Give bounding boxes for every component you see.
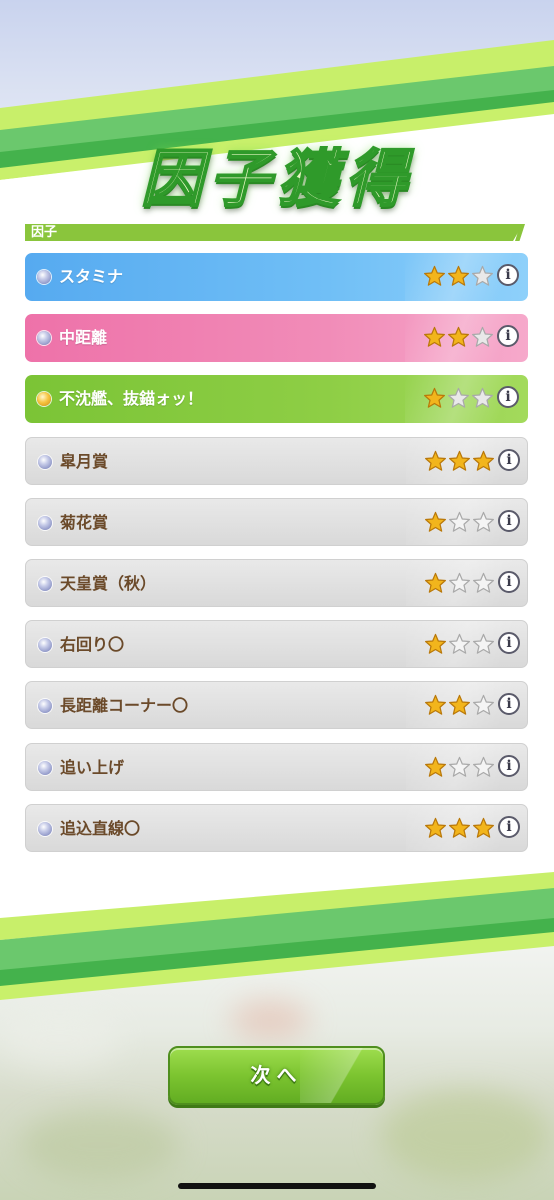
star-filled-icon [424,326,445,347]
info-icon[interactable]: i [497,264,519,286]
factor-row[interactable]: 右回り〇 i [25,620,528,668]
factor-orb-icon [37,392,51,406]
star-rating [423,387,494,411]
section-header: 因子 [25,224,523,241]
bottom-stripes [0,860,554,1000]
star-empty-icon [473,633,494,654]
star-filled-icon [448,265,469,286]
factor-name: 菊花賞 [60,513,109,532]
factor-orb-icon [38,699,52,713]
star-empty-icon [448,387,469,408]
factor-orb-icon [38,455,52,469]
factor-row[interactable]: スタミナ i [25,253,528,301]
factor-row[interactable]: 天皇賞（秋） i [25,559,528,607]
factor-name: 中距離 [59,328,108,347]
star-rating [423,265,494,289]
next-button-label: 次へ [250,1063,303,1087]
factor-row[interactable]: 皐月賞 i [25,437,528,485]
factor-name: 天皇賞（秋） [60,574,157,593]
star-filled-icon [448,326,469,347]
star-rating [424,633,495,657]
star-filled-icon [449,817,470,838]
star-empty-icon [472,326,493,347]
section-header-label: 因子 [31,225,58,240]
factor-name: 右回り〇 [60,635,125,654]
info-icon[interactable]: i [498,632,520,654]
star-rating [424,511,495,535]
factor-orb-icon [37,270,51,284]
factor-name: 追込直線〇 [60,819,141,838]
star-filled-icon [425,450,446,471]
star-empty-icon [449,572,470,593]
star-filled-icon [425,817,446,838]
factor-orb-icon [37,331,51,345]
star-filled-icon [425,511,446,532]
star-filled-icon [424,387,445,408]
star-empty-icon [473,572,494,593]
factor-row[interactable]: 中距離 i [25,314,528,362]
next-button[interactable]: 次へ [168,1046,385,1105]
factor-name: スタミナ [59,267,124,286]
star-empty-icon [449,511,470,532]
info-icon[interactable]: i [497,386,519,408]
star-filled-icon [425,756,446,777]
page-title: 因子獲得 [140,141,413,216]
star-filled-icon [473,817,494,838]
star-filled-icon [425,633,446,654]
star-rating [424,572,495,596]
info-icon[interactable]: i [498,693,520,715]
factor-orb-icon [38,516,52,530]
star-rating [424,450,495,474]
home-indicator [178,1183,376,1189]
star-empty-icon [449,633,470,654]
star-filled-icon [425,572,446,593]
info-icon[interactable]: i [497,325,519,347]
star-filled-icon [424,265,445,286]
star-rating [424,694,495,718]
info-icon[interactable]: i [498,571,520,593]
star-empty-icon [472,387,493,408]
factor-orb-icon [38,761,52,775]
star-empty-icon [449,756,470,777]
info-icon[interactable]: i [498,816,520,838]
info-icon[interactable]: i [498,755,520,777]
star-rating [424,817,495,841]
star-empty-icon [472,265,493,286]
factor-name: 皐月賞 [60,452,109,471]
star-empty-icon [473,511,494,532]
star-filled-icon [449,694,470,715]
star-filled-icon [449,450,470,471]
factor-row[interactable]: 追い上げ i [25,743,528,791]
factor-name: 長距離コーナー〇 [60,696,189,715]
factor-orb-icon [38,638,52,652]
factor-row[interactable]: 菊花賞 i [25,498,528,546]
star-filled-icon [473,450,494,471]
star-filled-icon [425,694,446,715]
factor-name: 不沈艦、抜錨ォッ！ [59,389,204,408]
star-empty-icon [473,694,494,715]
info-icon[interactable]: i [498,510,520,532]
factor-orb-icon [38,577,52,591]
factor-row[interactable]: 長距離コーナー〇 i [25,681,528,729]
factor-orb-icon [38,822,52,836]
star-rating [423,326,494,350]
factor-row[interactable]: 追込直線〇 i [25,804,528,852]
star-rating [424,756,495,780]
star-empty-icon [473,756,494,777]
factor-name: 追い上げ [60,758,125,777]
factor-row[interactable]: 不沈艦、抜錨ォッ！ i [25,375,528,423]
info-icon[interactable]: i [498,449,520,471]
